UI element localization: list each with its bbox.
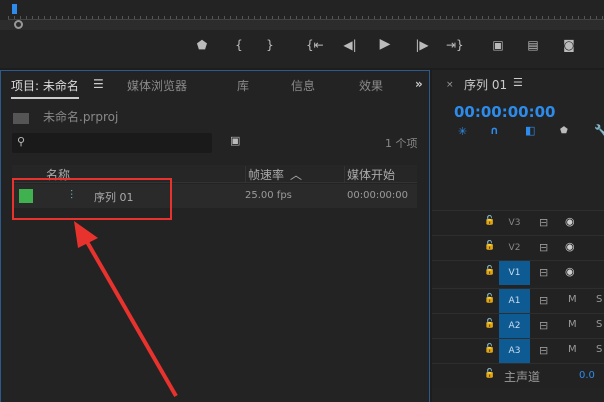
- annotation-arrow: [74, 221, 178, 397]
